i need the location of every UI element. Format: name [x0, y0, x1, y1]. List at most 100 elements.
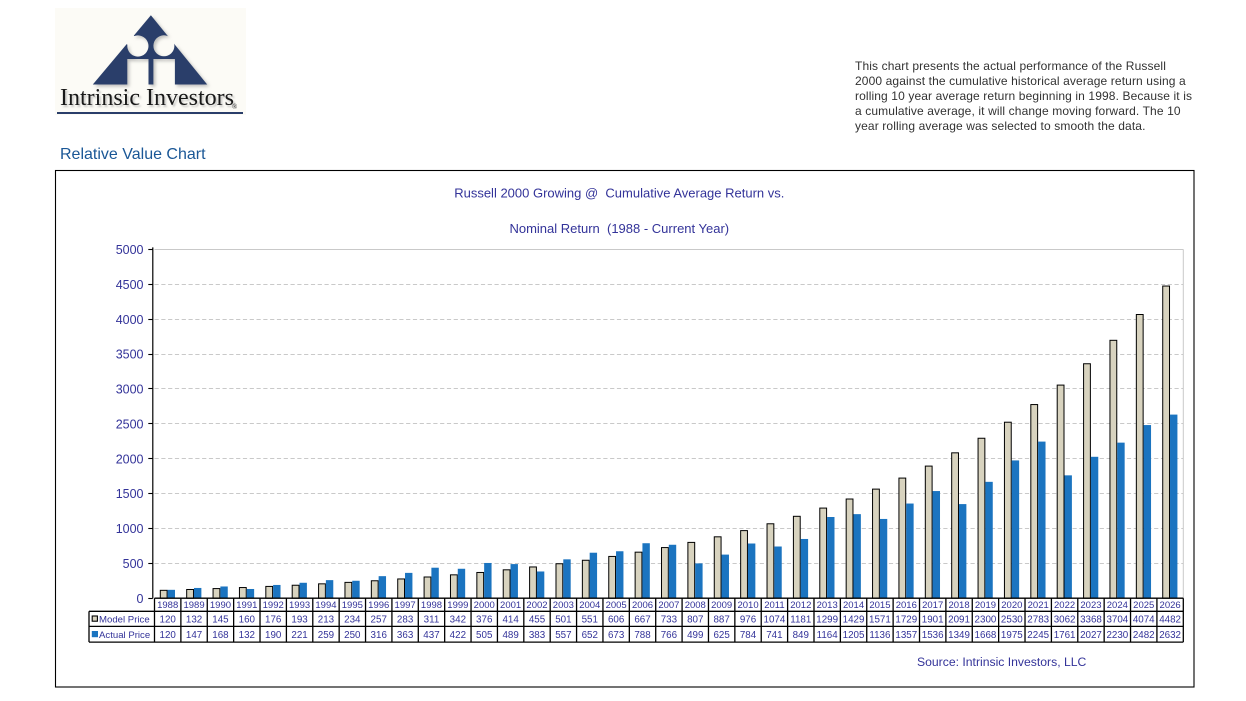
svg-text:2011: 2011: [764, 600, 784, 611]
svg-text:1500: 1500: [116, 487, 144, 501]
svg-text:132: 132: [239, 630, 255, 641]
svg-text:2000: 2000: [474, 600, 495, 611]
svg-text:160: 160: [239, 614, 256, 625]
svg-text:2007: 2007: [658, 600, 679, 611]
svg-text:4074: 4074: [1133, 614, 1155, 625]
svg-text:1999: 1999: [447, 600, 468, 611]
svg-text:193: 193: [291, 614, 308, 625]
svg-text:1205: 1205: [843, 630, 865, 641]
svg-text:316: 316: [371, 630, 388, 641]
svg-text:Source: Intrinsic Investors, L: Source: Intrinsic Investors, LLC: [917, 655, 1087, 669]
svg-text:2016: 2016: [896, 600, 917, 611]
svg-text:2015: 2015: [869, 600, 890, 611]
svg-text:849: 849: [793, 630, 809, 641]
svg-text:1991: 1991: [236, 600, 257, 611]
svg-text:807: 807: [687, 614, 703, 625]
svg-text:3704: 3704: [1106, 614, 1128, 625]
svg-text:Model Price: Model Price: [99, 614, 150, 625]
svg-text:976: 976: [740, 614, 757, 625]
svg-text:2001: 2001: [500, 600, 521, 611]
svg-text:2009: 2009: [711, 600, 732, 611]
svg-text:505: 505: [476, 630, 493, 641]
svg-text:1074: 1074: [764, 614, 786, 625]
svg-text:1995: 1995: [342, 600, 363, 611]
svg-text:887: 887: [713, 614, 729, 625]
svg-text:3368: 3368: [1080, 614, 1102, 625]
svg-text:667: 667: [634, 614, 650, 625]
svg-text:2027: 2027: [1080, 630, 1102, 641]
svg-text:2012: 2012: [790, 600, 811, 611]
svg-text:733: 733: [661, 614, 678, 625]
svg-text:2023: 2023: [1080, 600, 1101, 611]
svg-text:766: 766: [661, 630, 678, 641]
svg-text:2024: 2024: [1107, 600, 1128, 611]
svg-text:168: 168: [212, 630, 229, 641]
svg-text:500: 500: [123, 557, 144, 571]
svg-text:283: 283: [397, 614, 414, 625]
svg-text:132: 132: [186, 614, 202, 625]
svg-text:1989: 1989: [183, 600, 204, 611]
svg-text:606: 606: [608, 614, 625, 625]
svg-text:1975: 1975: [1001, 630, 1023, 641]
svg-text:2025: 2025: [1133, 600, 1154, 611]
svg-text:145: 145: [212, 614, 229, 625]
svg-text:1429: 1429: [843, 614, 865, 625]
svg-text:1990: 1990: [210, 600, 231, 611]
svg-text:501: 501: [555, 614, 571, 625]
svg-text:2022: 2022: [1054, 600, 1075, 611]
svg-text:257: 257: [371, 614, 387, 625]
svg-text:2005: 2005: [606, 600, 627, 611]
svg-text:557: 557: [555, 630, 571, 641]
svg-text:741: 741: [766, 630, 782, 641]
svg-text:2021: 2021: [1028, 600, 1049, 611]
svg-text:499: 499: [687, 630, 703, 641]
svg-text:1357: 1357: [895, 630, 917, 641]
svg-text:234: 234: [344, 614, 361, 625]
svg-text:1299: 1299: [816, 614, 838, 625]
svg-text:1164: 1164: [817, 630, 839, 641]
svg-text:1761: 1761: [1054, 630, 1076, 641]
svg-text:2002: 2002: [526, 600, 547, 611]
svg-text:2000: 2000: [116, 452, 144, 466]
svg-text:2500: 2500: [116, 417, 144, 431]
svg-text:383: 383: [529, 630, 546, 641]
svg-text:788: 788: [634, 630, 651, 641]
svg-text:3000: 3000: [116, 383, 144, 397]
svg-text:176: 176: [265, 614, 282, 625]
svg-text:422: 422: [450, 630, 466, 641]
svg-text:0: 0: [137, 592, 144, 606]
svg-text:1000: 1000: [116, 522, 144, 536]
svg-text:Nominal Return (1988 - Curren: Nominal Return (1988 - Current Year): [509, 221, 729, 236]
svg-text:2632: 2632: [1159, 630, 1181, 641]
svg-text:250: 250: [344, 630, 361, 641]
svg-text:652: 652: [582, 630, 598, 641]
svg-text:190: 190: [265, 630, 282, 641]
svg-text:2091: 2091: [948, 614, 970, 625]
svg-text:2482: 2482: [1133, 630, 1155, 641]
svg-text:1729: 1729: [895, 614, 917, 625]
svg-text:2300: 2300: [975, 614, 997, 625]
svg-text:Russell 2000 Growing @ Cumula: Russell 2000 Growing @ Cumulative Averag…: [454, 186, 784, 201]
svg-text:1997: 1997: [395, 600, 416, 611]
svg-text:2013: 2013: [817, 600, 838, 611]
svg-text:1668: 1668: [975, 630, 997, 641]
svg-text:5000: 5000: [116, 243, 144, 257]
svg-text:1136: 1136: [869, 630, 891, 641]
svg-text:4000: 4000: [116, 313, 144, 327]
svg-text:2019: 2019: [975, 600, 996, 611]
svg-text:2006: 2006: [632, 600, 653, 611]
svg-text:2008: 2008: [685, 600, 706, 611]
svg-text:1181: 1181: [790, 614, 811, 625]
svg-text:2245: 2245: [1027, 630, 1049, 641]
svg-text:4500: 4500: [116, 278, 144, 292]
svg-text:1992: 1992: [263, 600, 284, 611]
svg-text:2014: 2014: [843, 600, 864, 611]
svg-text:1994: 1994: [315, 600, 336, 611]
svg-text:1349: 1349: [948, 630, 970, 641]
svg-text:673: 673: [608, 630, 625, 641]
svg-text:2004: 2004: [579, 600, 600, 611]
svg-text:221: 221: [291, 630, 307, 641]
svg-text:120: 120: [160, 614, 177, 625]
svg-text:1993: 1993: [289, 600, 310, 611]
svg-text:1901: 1901: [922, 614, 944, 625]
